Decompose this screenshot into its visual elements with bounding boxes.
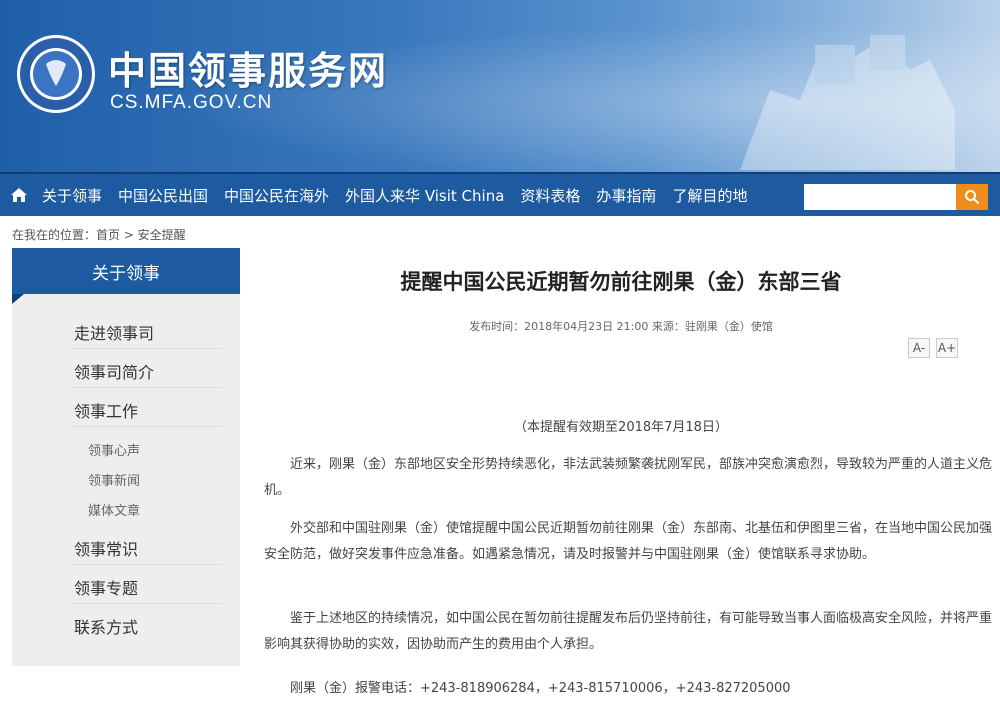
article-paragraph: 外交部和中国驻刚果（金）使馆提醒中国公民近期暂勿前往刚果（金）东部南、北基伍和伊…: [264, 521, 993, 562]
consular-logo[interactable]: [16, 34, 96, 114]
main-nav: 关于领事 中国公民出国 中国公民在海外 外国人来华 Visit China 资料…: [0, 172, 1000, 216]
font-size-controls: A- A+: [908, 338, 958, 358]
nav-citizens-overseas[interactable]: 中国公民在海外: [216, 185, 337, 206]
sidebar-heading-tab: [12, 294, 24, 304]
emergency-phones: 刚果（金）报警电话：+243-818906284，+243-815710006，…: [290, 681, 791, 696]
article-paragraph: 近来，刚果（金）东部地区安全形势持续恶化，非法武装频繁袭扰刚军民，部族冲突愈演愈…: [264, 457, 993, 498]
nav-guide[interactable]: 办事指南: [588, 185, 664, 206]
sidebar-subitem-news[interactable]: 领事新闻: [88, 470, 140, 489]
nav-destinations[interactable]: 了解目的地: [664, 185, 755, 206]
home-icon[interactable]: [4, 173, 34, 217]
great-wall-illustration: [740, 35, 955, 170]
sidebar-item-consular-work[interactable]: 领事工作: [74, 398, 214, 422]
sidebar-divider: [72, 564, 222, 565]
site-domain: CS.MFA.GOV.CN: [110, 92, 273, 113]
font-increase-button[interactable]: A+: [936, 338, 958, 358]
sidebar-item-consular-dept[interactable]: 走进领事司: [74, 320, 214, 344]
sidebar-item-contact[interactable]: 联系方式: [74, 614, 214, 638]
nav-forms[interactable]: 资料表格: [512, 185, 588, 206]
search-icon: [965, 190, 980, 205]
article-paragraph: 鉴于上述地区的持续情况，如中国公民在暂勿前往提醒发布后仍坚持前往，有可能导致当事…: [264, 611, 993, 652]
search-input[interactable]: [804, 184, 956, 210]
sidebar-subitem-voice[interactable]: 领事心声: [88, 440, 140, 459]
font-decrease-button[interactable]: A-: [908, 338, 930, 358]
site-title[interactable]: 中国领事服务网: [108, 40, 388, 95]
breadcrumb[interactable]: 在我在的位置：首页 > 安全提醒: [12, 226, 186, 243]
article-meta: 发布时间：2018年04月23日 21:00 来源：驻刚果（金）使馆: [469, 320, 773, 333]
sidebar-item-topics[interactable]: 领事专题: [74, 575, 214, 599]
sidebar-divider: [72, 426, 222, 427]
search-button[interactable]: [956, 184, 988, 210]
nav-visit-china[interactable]: 外国人来华 Visit China: [337, 185, 512, 206]
sidebar-item-common-knowledge[interactable]: 领事常识: [74, 536, 214, 560]
sidebar-divider: [72, 387, 222, 388]
site-banner: 中国领事服务网 CS.MFA.GOV.CN: [0, 0, 1000, 172]
sidebar: 关于领事 走进领事司 领事司简介 领事工作 领事心声 领事新闻 媒体文章 领事常…: [12, 248, 240, 666]
sidebar-item-dept-intro[interactable]: 领事司简介: [74, 359, 214, 383]
sidebar-heading[interactable]: 关于领事: [12, 248, 240, 294]
article-title: 提醒中国公民近期暂勿前往刚果（金）东部三省: [400, 269, 842, 294]
sidebar-divider: [72, 348, 222, 349]
nav-citizens-abroad-travel[interactable]: 中国公民出国: [110, 185, 216, 206]
validity-note: （本提醒有效期至2018年7月18日）: [514, 420, 728, 435]
nav-about-consular[interactable]: 关于领事: [34, 185, 110, 206]
sidebar-subitem-media[interactable]: 媒体文章: [88, 500, 140, 519]
sidebar-divider: [72, 603, 222, 604]
